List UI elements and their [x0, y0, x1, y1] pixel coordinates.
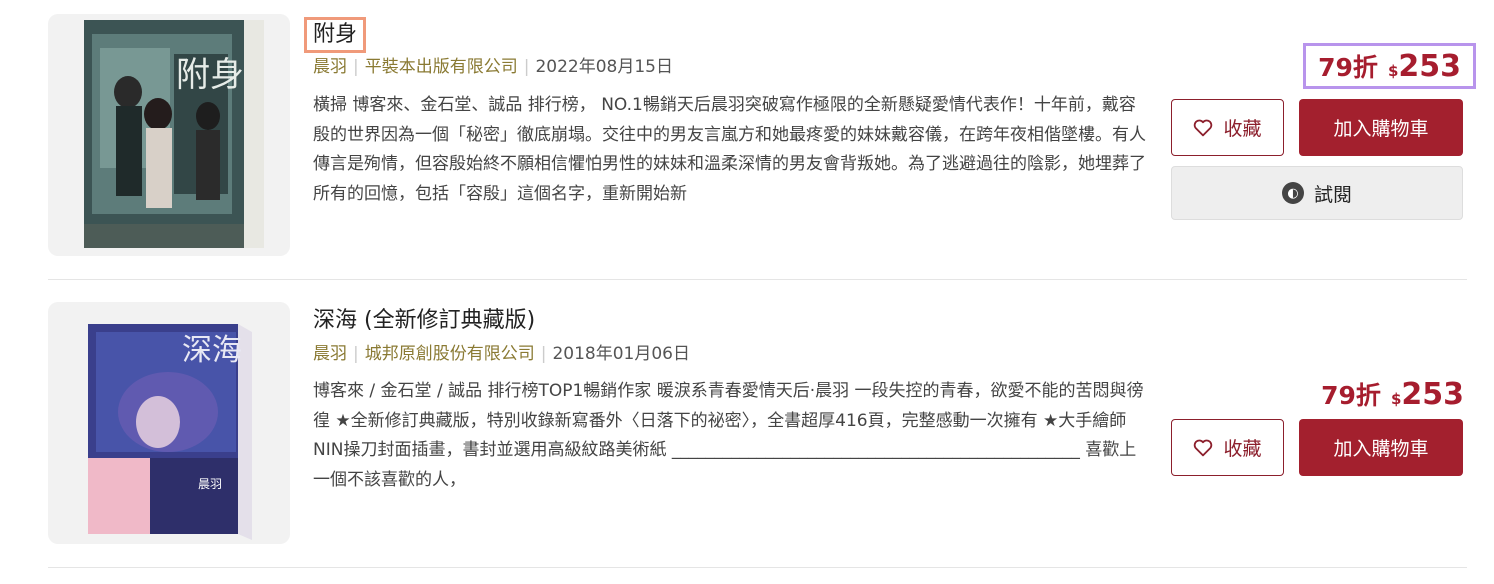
cart-label: 加入購物車	[1333, 118, 1429, 140]
add-to-favorites-button[interactable]: 收藏	[1171, 99, 1284, 156]
book-cover[interactable]: 附身	[48, 14, 290, 256]
favorites-label: 收藏	[1223, 118, 1262, 140]
book-title[interactable]: 附身	[303, 17, 367, 53]
price-amount: 253	[1401, 377, 1464, 412]
heart-icon	[1194, 439, 1213, 456]
favorites-label: 收藏	[1223, 438, 1262, 460]
book-title[interactable]: 深海 (全新修訂典藏版)	[313, 306, 535, 336]
book-cover[interactable]: 深海 晨羽	[48, 302, 290, 544]
publisher-link[interactable]: 城邦原創股份有限公司	[365, 344, 535, 364]
discount-label: 79折	[1318, 53, 1378, 82]
price-box: 79折 $253	[1321, 376, 1464, 412]
cart-label: 加入購物車	[1333, 438, 1429, 460]
heart-icon	[1194, 119, 1213, 136]
publish-date: 2022年08月15日	[535, 57, 673, 77]
price-box: 79折 $253	[1303, 43, 1476, 89]
book-meta: 晨羽 | 城邦原創股份有限公司 | 2018年01月06日	[313, 343, 690, 365]
book-cover-image: 深海 晨羽	[88, 324, 252, 540]
book-list-item: 深海 晨羽 深海 (全新修訂典藏版) 晨羽 | 城邦原創股份有限公司 | 2018年01…	[48, 302, 1467, 568]
book-description: 博客來 / 金石堂 / 誠品 排行榜TOP1暢銷作家 暖淚系青春愛情天后·晨羽 …	[313, 381, 1144, 490]
book-description: 橫掃 博客來、金石堂、誠品 排行榜， NO.1暢銷天后晨羽突破寫作極限的全新懸疑…	[313, 95, 1146, 204]
divider	[48, 567, 1467, 568]
add-to-cart-button[interactable]: 加入購物車	[1299, 419, 1463, 476]
publisher-link[interactable]: 平裝本出版有限公司	[365, 57, 518, 77]
publish-date: 2018年01月06日	[552, 344, 690, 364]
currency-symbol: $	[1387, 62, 1399, 80]
book-cover-image: 附身	[84, 20, 264, 248]
add-to-favorites-button[interactable]: 收藏	[1171, 419, 1284, 476]
divider	[48, 279, 1467, 280]
currency-symbol: $	[1390, 390, 1402, 408]
discount-label: 79折	[1321, 381, 1381, 410]
divider: |	[540, 344, 547, 364]
preview-label: 試閱	[1313, 183, 1352, 206]
cover-author-text: 晨羽	[198, 477, 222, 491]
book-list-item: 附身 附身 晨羽 | 平裝本出版有限公司 | 2022年08月15日 橫掃 博客來、金石…	[48, 14, 1476, 280]
add-to-cart-button[interactable]: 加入購物車	[1299, 99, 1463, 156]
divider: |	[353, 344, 359, 364]
price-amount: 253	[1398, 49, 1461, 84]
cover-title-text: 附身	[176, 55, 244, 95]
preview-button[interactable]: ◐ 試閱	[1171, 166, 1463, 220]
author-link[interactable]: 晨羽	[313, 344, 347, 364]
cover-title-text: 深海	[182, 333, 242, 368]
author-link[interactable]: 晨羽	[313, 57, 347, 77]
preview-icon: ◐	[1281, 182, 1304, 204]
divider: |	[523, 57, 530, 77]
divider: |	[353, 57, 359, 77]
book-meta: 晨羽 | 平裝本出版有限公司 | 2022年08月15日	[313, 56, 673, 78]
